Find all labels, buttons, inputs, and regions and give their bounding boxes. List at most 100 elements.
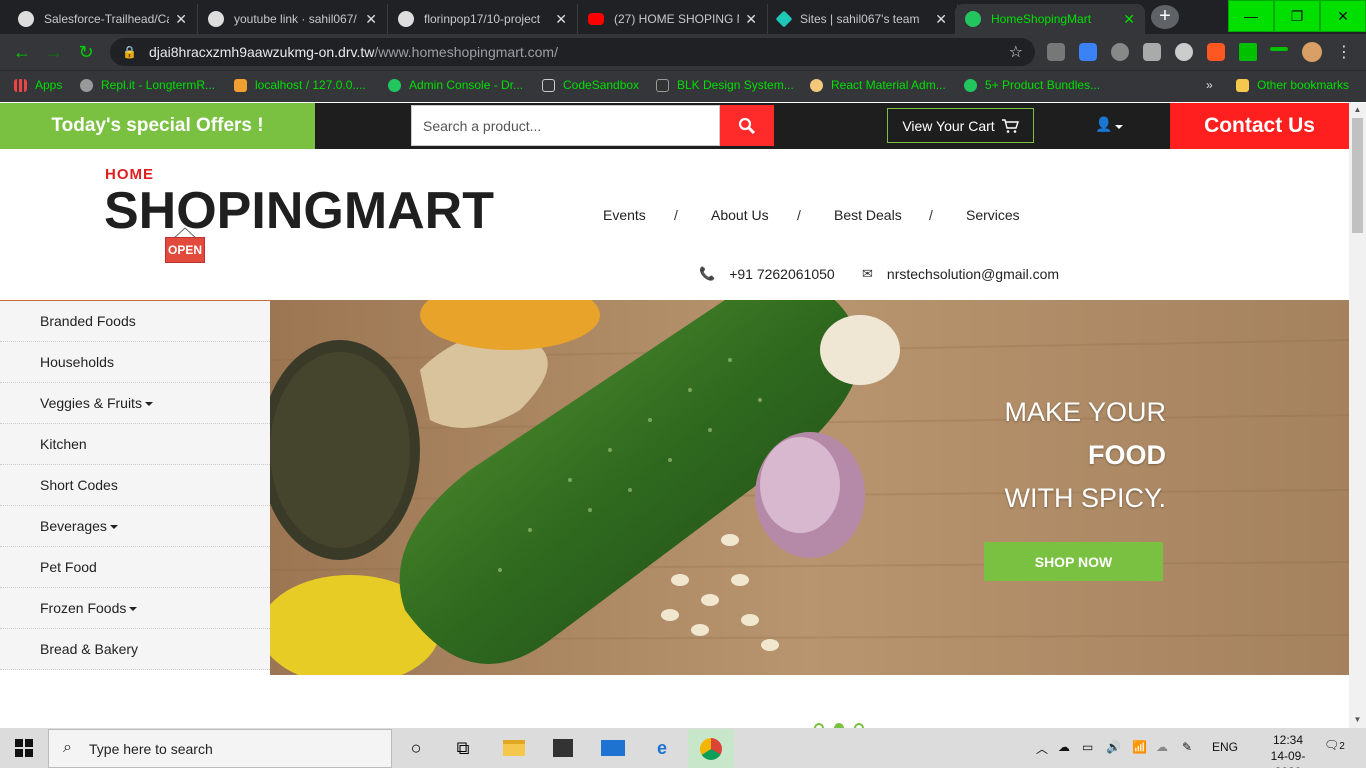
globe-icon [964, 78, 977, 92]
user-account-dropdown[interactable]: 👤 [1095, 116, 1124, 133]
battery-icon[interactable]: ▭ [1082, 740, 1093, 754]
scrollbar-thumb[interactable] [1352, 118, 1363, 233]
chrome-taskbar-icon[interactable] [688, 729, 734, 768]
back-arrow-icon[interactable]: ← [10, 40, 34, 64]
notifications-button[interactable]: 🗨2 [1324, 738, 1345, 752]
category-branded-foods[interactable]: Branded Foods [0, 301, 270, 342]
category-label: Kitchen [40, 436, 87, 452]
cloud-sync-icon[interactable]: ☁ [1156, 740, 1168, 754]
close-tab-icon[interactable]: ✕ [175, 11, 187, 28]
email-address[interactable]: nrstechsolution@gmail.com [887, 266, 1059, 282]
nav-about-us[interactable]: About Us [711, 207, 769, 223]
extensions-puzzle-icon[interactable] [1239, 43, 1257, 61]
category-pet-food[interactable]: Pet Food [0, 547, 270, 588]
logo-main-text[interactable]: SHOPINGMART [104, 181, 494, 241]
mail-icon[interactable] [598, 733, 628, 763]
other-bookmarks[interactable]: Other bookmarks [1236, 76, 1349, 94]
category-veggies-fruits[interactable]: Veggies & Fruits [0, 383, 270, 424]
search-button[interactable] [720, 105, 774, 146]
address-bar[interactable]: 🔒 djai8hracxzmh9aawzukmg-on.drv.tw /www.… [110, 38, 1035, 66]
browser-tab-6-active[interactable]: HomeShopingMart ✕ [955, 4, 1145, 34]
bug-extension-icon[interactable] [1111, 43, 1129, 61]
url-host: djai8hracxzmh9aawzukmg-on.drv.tw [148, 44, 375, 60]
bookmark-replit[interactable]: Repl.it - LongtermR... [80, 76, 215, 94]
clock-time: 12:34 [1272, 733, 1304, 747]
bookmark-apps[interactable]: Apps [14, 76, 62, 94]
record-extension-icon[interactable] [1175, 43, 1193, 61]
restore-button[interactable]: ❐ [1274, 0, 1320, 32]
cortana-icon[interactable]: ○ [401, 733, 431, 763]
bookmark-codesandbox[interactable]: CodeSandbox [542, 76, 639, 94]
caret-down-icon [144, 402, 153, 406]
category-frozen-foods[interactable]: Frozen Foods [0, 588, 270, 629]
forward-arrow-icon[interactable]: → [42, 40, 66, 64]
bookmark-react-material[interactable]: React Material Adm... [810, 76, 946, 94]
browser-tab-4[interactable]: (27) HOME SHOPING M ✕ [578, 4, 768, 34]
close-tab-icon[interactable]: ✕ [1123, 11, 1135, 28]
shop-now-button[interactable]: SHOP NOW [984, 542, 1163, 581]
nav-separator: / [929, 207, 933, 223]
bookmark-localhost[interactable]: localhost / 127.0.0.... [234, 76, 366, 94]
browser-tab-3[interactable]: florinpop17/10-project ✕ [388, 4, 578, 34]
bookmarks-overflow-button[interactable]: » [1206, 76, 1213, 94]
bookmark-product-bundles[interactable]: 5+ Product Bundles... [964, 76, 1100, 94]
view-cart-button[interactable]: View Your Cart [887, 108, 1034, 143]
close-tab-icon[interactable]: ✕ [555, 11, 567, 28]
github-icon [398, 11, 414, 27]
task-view-icon[interactable]: ⧉ [448, 733, 478, 763]
file-explorer-icon[interactable] [499, 733, 529, 763]
onedrive-cloud-icon[interactable]: ☁ [1058, 740, 1070, 754]
category-short-codes[interactable]: Short Codes [0, 465, 270, 506]
contact-us-button[interactable]: Contact Us [1170, 103, 1349, 149]
bookmark-star-icon[interactable]: ☆ [1009, 42, 1023, 62]
category-kitchen[interactable]: Kitchen [0, 424, 270, 465]
nav-best-deals[interactable]: Best Deals [834, 207, 902, 223]
minimize-button[interactable]: — [1228, 0, 1274, 32]
bookmark-admin-console[interactable]: Admin Console - Dr... [388, 76, 523, 94]
profile-avatar[interactable] [1302, 42, 1322, 62]
store-icon[interactable] [548, 733, 578, 763]
chevron-down-icon [1115, 125, 1124, 129]
phone-icon: 📞 [699, 266, 716, 281]
envelope-icon: ✉ [862, 266, 873, 281]
extension-icon[interactable] [1047, 43, 1065, 61]
category-label: Branded Foods [40, 313, 136, 329]
close-tab-icon[interactable]: ✕ [935, 11, 947, 28]
nav-events[interactable]: Events [603, 207, 646, 223]
browser-tab-5[interactable]: Sites | sahil067's team ✕ [768, 4, 958, 34]
translate-extension-icon[interactable] [1207, 43, 1225, 61]
volume-icon[interactable]: 🔊 [1106, 740, 1121, 754]
reload-icon[interactable]: ↻ [74, 40, 98, 64]
system-clock[interactable]: 12:34 14-09-2020 [1258, 732, 1318, 768]
email-contact[interactable]: ✉ nrstechsolution@gmail.com [862, 266, 1059, 282]
new-tab-button[interactable]: + [1151, 5, 1179, 29]
pen-icon[interactable]: ✎ [1182, 740, 1192, 754]
taskbar-search-box[interactable]: ⌕ Type here to search [48, 729, 392, 768]
bookmark-label: Apps [35, 78, 63, 92]
close-tab-icon[interactable]: ✕ [365, 11, 377, 28]
start-button[interactable] [0, 728, 48, 768]
nav-services[interactable]: Services [966, 207, 1020, 223]
zoom-extension-icon[interactable] [1079, 43, 1097, 61]
show-hidden-icons-chevron-icon[interactable]: ︿ [1036, 740, 1048, 757]
scroll-up-arrow-icon[interactable]: ▲ [1349, 103, 1366, 117]
close-window-button[interactable]: ✕ [1320, 0, 1366, 32]
close-tab-icon[interactable]: ✕ [745, 11, 757, 28]
special-offers-banner[interactable]: Today's special Offers ! [0, 103, 315, 149]
category-bread-bakery[interactable]: Bread & Bakery [0, 629, 270, 670]
category-households[interactable]: Households [0, 342, 270, 383]
bookmark-blk[interactable]: BLK Design System... [656, 76, 794, 94]
media-control-icon[interactable] [1270, 47, 1288, 51]
network-icon[interactable]: 📶 [1132, 740, 1147, 754]
category-beverages[interactable]: Beverages [0, 506, 270, 547]
category-label: Pet Food [40, 559, 97, 575]
browser-tab-1[interactable]: Salesforce-Trailhead/Ca ✕ [8, 4, 198, 34]
camera-extension-icon[interactable] [1143, 43, 1161, 61]
scroll-down-arrow-icon[interactable]: ▼ [1349, 713, 1366, 727]
bookmark-label: React Material Adm... [831, 78, 946, 92]
browser-menu-icon[interactable]: ⋮ [1336, 42, 1352, 62]
product-search-input[interactable]: Search a product... [411, 105, 720, 146]
language-indicator[interactable]: ENG [1212, 740, 1238, 754]
browser-tab-2[interactable]: youtube link · sahil067/ ✕ [198, 4, 388, 34]
edge-icon[interactable]: e [647, 733, 677, 763]
